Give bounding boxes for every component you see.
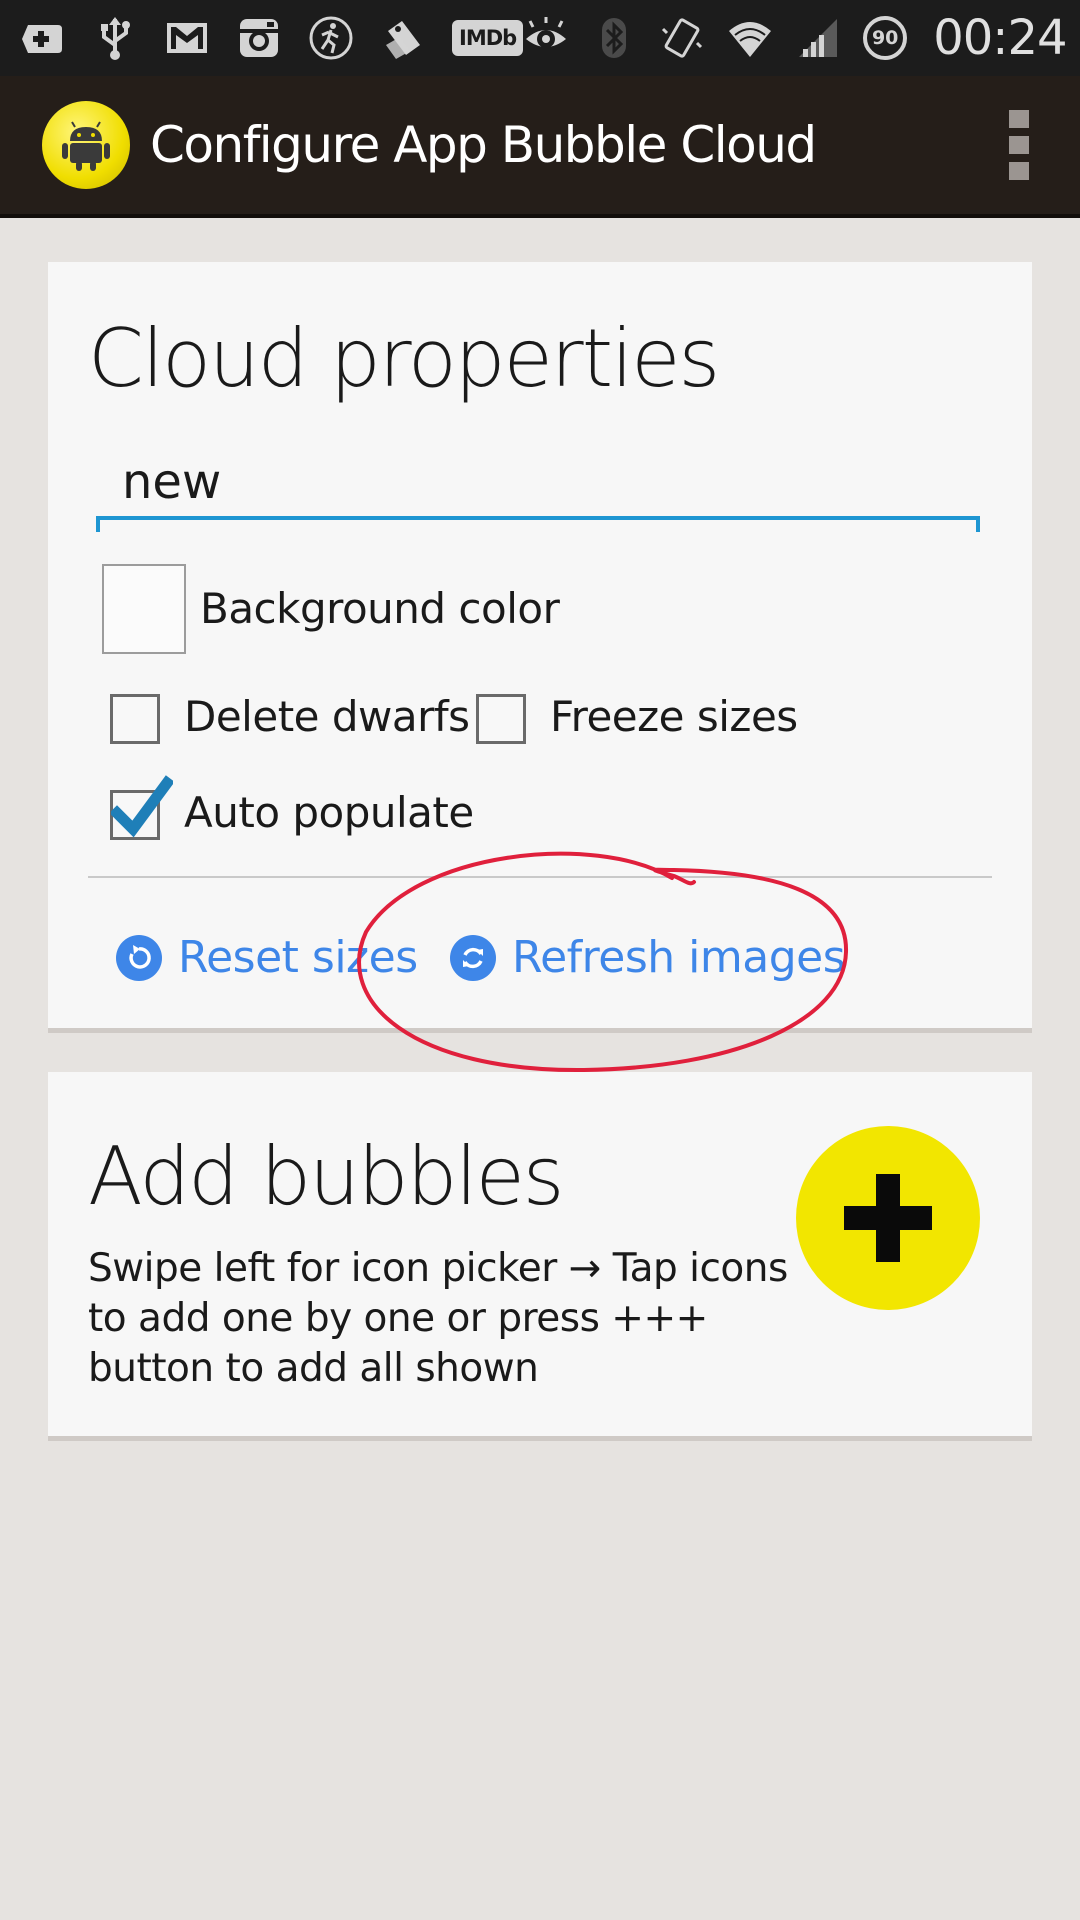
status-bar: IMDb 90 00:24 <box>0 0 1080 76</box>
cloud-properties-title: Cloud properties <box>88 312 720 405</box>
instagram-icon <box>236 15 282 61</box>
imdb-icon: IMDb <box>452 20 524 56</box>
add-bubbles-title: Add bubbles <box>88 1130 564 1223</box>
input-underline-left-tick <box>96 520 100 532</box>
delete-dwarfs-checkbox[interactable] <box>110 694 160 744</box>
usb-icon <box>92 15 138 61</box>
status-clock: 00:24 <box>933 10 1067 66</box>
battery-icon: 90 <box>863 16 908 60</box>
eye-icon <box>523 15 569 61</box>
reset-icon <box>116 934 162 981</box>
tag-icon <box>380 15 426 61</box>
freeze-sizes-label[interactable]: Freeze sizes <box>550 692 798 741</box>
checkmark-icon <box>111 775 173 838</box>
input-underline-right-tick <box>976 520 980 532</box>
refresh-images-label: Refresh images <box>512 932 846 983</box>
gmail-icon <box>164 15 210 61</box>
divider <box>88 876 992 878</box>
add-box-icon <box>20 15 66 61</box>
app-title: Configure App Bubble Cloud <box>150 116 817 174</box>
notification-icons: IMDb <box>20 15 524 61</box>
add-all-button[interactable] <box>796 1126 980 1310</box>
background-color-swatch[interactable] <box>102 564 186 654</box>
runner-icon <box>308 15 354 61</box>
overflow-menu-icon[interactable] <box>1004 110 1034 180</box>
cloud-properties-card: Cloud properties Background color Delete… <box>48 262 1032 1028</box>
vibrate-icon <box>659 15 705 61</box>
android-icon[interactable] <box>42 101 130 189</box>
reset-sizes-button[interactable]: Reset sizes <box>116 932 418 983</box>
plus-icon <box>844 1174 932 1262</box>
add-bubbles-card: Add bubbles Swipe left for icon picker →… <box>48 1072 1032 1436</box>
auto-populate-checkbox[interactable] <box>110 775 173 840</box>
background-color-label[interactable]: Background color <box>200 584 560 633</box>
refresh-images-button[interactable]: Refresh images <box>450 932 846 983</box>
refresh-icon <box>450 934 496 981</box>
reset-sizes-label: Reset sizes <box>178 932 418 983</box>
signal-icon <box>795 15 841 61</box>
app-bar: Configure App Bubble Cloud <box>0 76 1080 218</box>
bluetooth-icon <box>591 15 637 61</box>
add-bubbles-description: Swipe left for icon picker → Tap icons t… <box>88 1246 788 1391</box>
freeze-sizes-checkbox[interactable] <box>476 694 526 744</box>
cloud-name-input[interactable] <box>96 448 980 520</box>
wifi-icon <box>727 15 773 61</box>
delete-dwarfs-label[interactable]: Delete dwarfs <box>184 692 470 741</box>
auto-populate-label[interactable]: Auto populate <box>184 788 474 837</box>
system-icons: 90 00:24 <box>523 10 1068 66</box>
